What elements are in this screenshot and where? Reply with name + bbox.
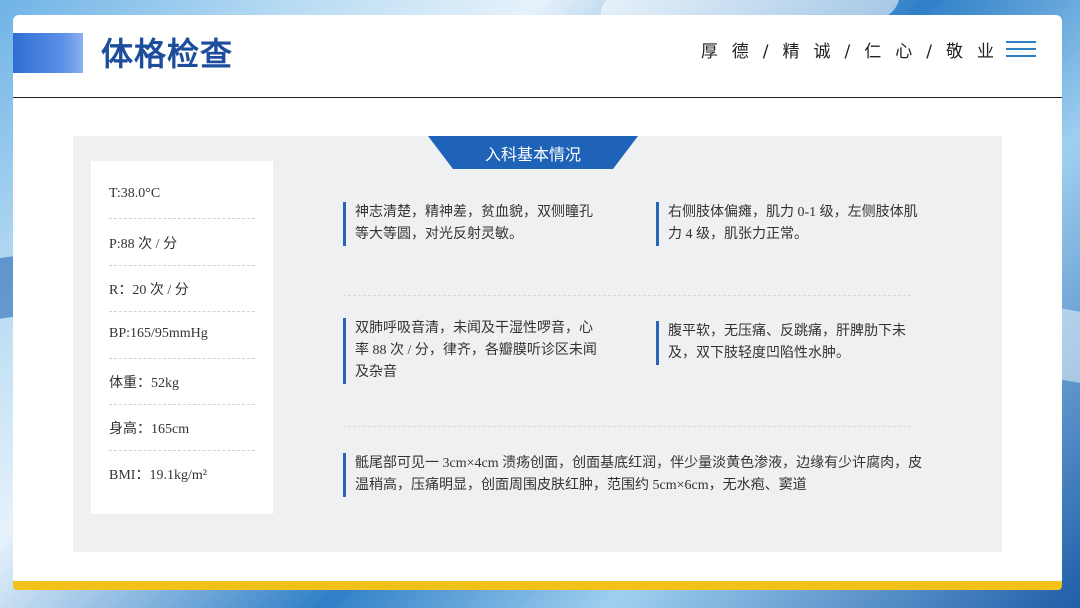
vital-separator [109, 404, 255, 405]
section-tab-label: 入科基本情况 [484, 145, 581, 164]
finding-neuro: 神志清楚，精神差，贫血貌，双侧瞳孔等大等圆，对光反射灵敏。 [343, 202, 605, 246]
vital-separator [109, 218, 255, 219]
finding-wound: 骶尾部可见一 3cm×4cm 溃疡创面，创面基底红润，伴少量淡黄色渗液，边缘有少… [343, 453, 927, 497]
slide-card: 体格检查 厚德/精诚/仁心/敬业 入科基本情况 T:38.0°C P:88 次 … [13, 15, 1062, 585]
section-tab: 入科基本情况 [428, 136, 638, 169]
vital-separator [109, 265, 255, 266]
vital-respiration: R：20 次 / 分 [109, 283, 189, 298]
content-panel: 入科基本情况 T:38.0°C P:88 次 / 分 R：20 次 / 分 BP… [73, 136, 1002, 552]
vital-weight: 体重：52kg [109, 376, 179, 391]
vital-temperature: T:38.0°C [109, 186, 161, 201]
vital-blood-pressure: BP:165/95mmHg [109, 326, 208, 341]
vital-bmi: BMI：19.1kg/m² [109, 468, 207, 483]
title-accent-block [13, 33, 83, 73]
menu-icon[interactable] [1006, 41, 1036, 57]
row-divider [343, 295, 911, 296]
row-divider [343, 426, 911, 427]
finding-abdomen: 腹平软，无压痛、反跳痛，肝脾肋下未及，双下肢轻度凹陷性水肿。 [656, 321, 923, 365]
vital-separator [109, 358, 255, 359]
finding-cardiopulmonary: 双肺呼吸音清，未闻及干湿性啰音，心率 88 次 / 分，律齐，各瓣膜听诊区未闻及… [343, 318, 605, 384]
header-divider [13, 97, 1062, 98]
page-title: 体格检查 [101, 36, 234, 72]
motto-text: 厚德/精诚/仁心/敬业 [700, 42, 1008, 62]
vital-separator [109, 311, 255, 312]
vital-separator [109, 450, 255, 451]
vital-height: 身高：165cm [109, 422, 190, 437]
finding-limbs: 右侧肢体偏瘫，肌力 0-1 级，左侧肢体肌力 4 级，肌张力正常。 [656, 202, 923, 246]
vital-pulse: P:88 次 / 分 [109, 237, 178, 252]
bottom-accent-bar [13, 581, 1062, 590]
vitals-card: T:38.0°C P:88 次 / 分 R：20 次 / 分 BP:165/95… [91, 161, 273, 514]
